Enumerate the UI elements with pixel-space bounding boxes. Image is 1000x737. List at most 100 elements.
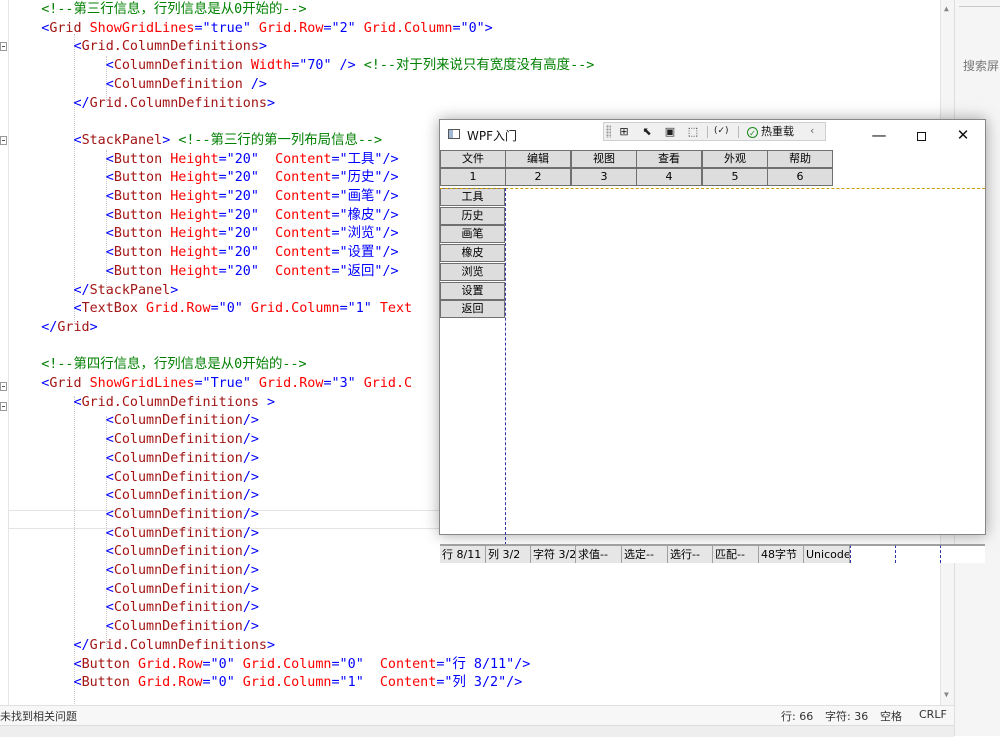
- number-button[interactable]: 5: [702, 168, 768, 186]
- indent-status[interactable]: 空格: [880, 708, 902, 724]
- code-line[interactable]: <Button Height="20" Content="返回"/>: [9, 262, 399, 281]
- minimize-button[interactable]: —: [858, 122, 900, 148]
- code-line[interactable]: <!--第四行信息，行列信息是从0开始的-->: [9, 355, 306, 374]
- status-cell-button[interactable]: 选行--: [668, 545, 713, 563]
- code-line[interactable]: </Grid.ColumnDefinitions>: [9, 636, 275, 655]
- track-focus-icon[interactable]: ⬚: [686, 125, 700, 138]
- window-titlebar[interactable]: WPF入门 ⊞ ⬉ ▣ ⬚ (✓) ✓ 热重载 ‹ — ✕: [440, 120, 985, 149]
- code-line[interactable]: <Button Height="20" Content="工具"/>: [9, 150, 399, 169]
- collapse-toggle-icon[interactable]: [0, 136, 7, 145]
- menu-button[interactable]: 查看: [636, 150, 702, 168]
- close-button[interactable]: ✕: [942, 122, 984, 148]
- menu-button[interactable]: 编辑: [505, 150, 571, 168]
- side-button[interactable]: 画笔: [440, 225, 505, 244]
- hot-reload-button[interactable]: ✓ 热重载: [747, 125, 794, 139]
- menu-button[interactable]: 视图: [571, 150, 637, 168]
- code-token: 0: [218, 656, 227, 672]
- code-token: ColumnDefinition: [113, 450, 243, 466]
- collapse-toolbar-icon[interactable]: ‹: [810, 124, 814, 137]
- scroll-up-icon[interactable]: ▲: [944, 4, 949, 13]
- collapse-toggle-icon[interactable]: [0, 402, 7, 411]
- code-line[interactable]: <ColumnDefinition Width="70" /> <!--对于列来…: [9, 56, 595, 75]
- code-line[interactable]: <StackPanel> <!--第三行的第一列布局信息-->: [9, 131, 382, 150]
- number-button[interactable]: 1: [440, 168, 506, 186]
- code-token: Grid.Row: [138, 301, 211, 317]
- menu-button[interactable]: 帮助: [767, 150, 833, 168]
- line-status[interactable]: 行: 66: [781, 708, 813, 724]
- pointer-icon[interactable]: ⬉: [640, 125, 654, 138]
- status-cell-button[interactable]: 选定--: [622, 545, 668, 563]
- collapse-toggle-icon[interactable]: [0, 382, 7, 391]
- code-line[interactable]: <ColumnDefinition/>: [9, 486, 259, 505]
- code-line[interactable]: <ColumnDefinition/>: [9, 542, 259, 561]
- code-line[interactable]: <Button Grid.Row="0" Grid.Column="0" Con…: [9, 655, 530, 674]
- code-line[interactable]: <ColumnDefinition/>: [9, 561, 259, 580]
- status-cell-button[interactable]: 字符 3/2: [531, 545, 576, 563]
- number-button[interactable]: 6: [767, 168, 833, 186]
- collapse-toggle-icon[interactable]: [0, 42, 7, 51]
- side-panel-search-input[interactable]: 搜索屏: [963, 56, 1000, 76]
- code-line[interactable]: <ColumnDefinition/>: [9, 580, 259, 599]
- number-button[interactable]: 3: [571, 168, 637, 186]
- scroll-down-icon[interactable]: ▼: [944, 690, 949, 699]
- code-line[interactable]: <Grid ShowGridLines="true" Grid.Row="2" …: [9, 19, 493, 38]
- code-line[interactable]: <ColumnDefinition/>: [9, 430, 259, 449]
- code-line[interactable]: </Grid>: [9, 318, 97, 337]
- code-line[interactable]: <ColumnDefinition/>: [9, 468, 259, 487]
- code-line[interactable]: <Button Height="20" Content="橡皮"/>: [9, 206, 399, 225]
- code-line[interactable]: <ColumnDefinition/>: [9, 524, 259, 543]
- code-line[interactable]: <Button Height="20" Content="画笔"/>: [9, 187, 399, 206]
- code-line[interactable]: <ColumnDefinition/>: [9, 617, 259, 636]
- code-line[interactable]: <Button Height="20" Content="浏览"/>: [9, 224, 399, 243]
- binding-icon[interactable]: (✓): [714, 125, 729, 138]
- code-line[interactable]: <Grid ShowGridLines="True" Grid.Row="3" …: [9, 374, 412, 393]
- code-token: >: [267, 95, 276, 111]
- code-line[interactable]: <!--第三行信息，行列信息是从0开始的-->: [9, 0, 306, 19]
- code-line[interactable]: <Button Height="20" Content="设置"/>: [9, 243, 399, 262]
- code-token: =": [218, 189, 235, 204]
- code-line[interactable]: <ColumnDefinition/>: [9, 411, 259, 430]
- toolbar-grip-icon[interactable]: [606, 125, 611, 138]
- menu-button[interactable]: 文件: [440, 150, 506, 168]
- code-token: Content: [379, 675, 437, 691]
- code-token: =": [331, 263, 348, 279]
- number-button[interactable]: 2: [505, 168, 571, 186]
- code-token: <: [9, 76, 114, 92]
- status-cell-empty: [850, 545, 895, 563]
- wpf-window[interactable]: WPF入门 ⊞ ⬉ ▣ ⬚ (✓) ✓ 热重载 ‹ — ✕ 文件 编辑 视图 查看 外观帮…: [439, 119, 986, 563]
- status-cell-button[interactable]: Unicode: [804, 545, 850, 563]
- side-button[interactable]: 设置: [440, 281, 505, 300]
- code-line[interactable]: <Grid.ColumnDefinitions >: [9, 393, 275, 412]
- code-line[interactable]: <ColumnDefinition/>: [9, 505, 259, 524]
- code-line[interactable]: <ColumnDefinition/>: [9, 598, 259, 617]
- status-cell-button[interactable]: 48字节: [759, 545, 804, 563]
- side-button[interactable]: 历史: [440, 206, 505, 225]
- code-line[interactable]: <ColumnDefinition />: [9, 75, 267, 94]
- side-button[interactable]: 浏览: [440, 262, 505, 281]
- menu-button[interactable]: 外观: [702, 150, 768, 168]
- side-button[interactable]: 橡皮: [440, 244, 505, 263]
- code-line[interactable]: </StackPanel>: [9, 281, 178, 300]
- code-token: Content: [379, 656, 437, 672]
- select-element-icon[interactable]: ⊞: [617, 125, 631, 138]
- eol-status[interactable]: CRLF: [919, 708, 947, 721]
- char-status[interactable]: 字符: 36: [825, 708, 868, 724]
- issues-status[interactable]: 未找到相关问题: [0, 708, 77, 724]
- code-token: ": [250, 207, 276, 223]
- status-cell-button[interactable]: 匹配--: [713, 545, 759, 563]
- code-line[interactable]: <TextBox Grid.Row="0" Grid.Column="1" Te…: [9, 299, 412, 318]
- code-line[interactable]: <Button Height="20" Content="历史"/>: [9, 168, 399, 187]
- number-button[interactable]: 4: [636, 168, 702, 186]
- side-button[interactable]: 工具: [440, 188, 505, 206]
- code-token: Grid.Column: [242, 301, 340, 317]
- code-line[interactable]: <Grid.ColumnDefinitions>: [9, 37, 267, 56]
- status-cell-button[interactable]: 列 3/2: [486, 545, 531, 563]
- status-cell-button[interactable]: 求值--: [576, 545, 622, 563]
- code-line[interactable]: <ColumnDefinition/>: [9, 449, 259, 468]
- code-line[interactable]: </Grid.ColumnDefinitions>: [9, 94, 275, 113]
- code-line[interactable]: <Button Grid.Row="0" Grid.Column="1" Con…: [9, 673, 522, 692]
- layout-adorner-icon[interactable]: ▣: [663, 125, 677, 138]
- maximize-button[interactable]: [900, 122, 942, 148]
- side-button[interactable]: 返回: [440, 300, 505, 319]
- status-cell-button[interactable]: 行 8/11: [440, 545, 486, 563]
